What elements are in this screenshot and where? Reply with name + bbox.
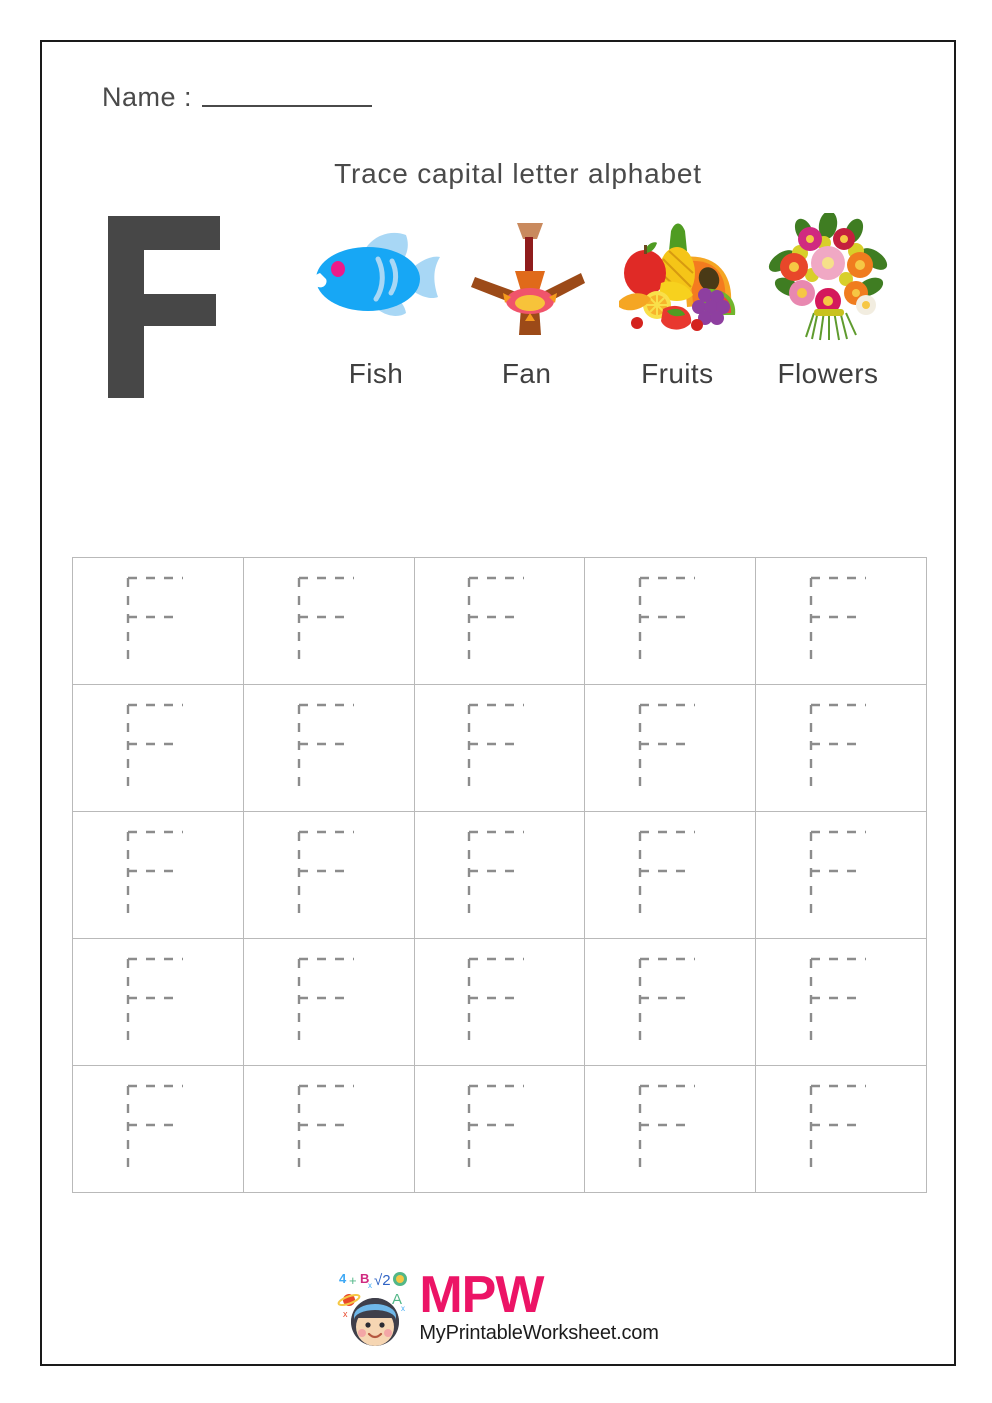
footer-branding: 4 + B x √2 A x x MPW MyPrintableWorkshee…: [42, 1267, 954, 1347]
picture-item-fish: Fish: [302, 212, 450, 388]
svg-text:x: x: [343, 1309, 348, 1319]
ceiling-fan-illustration-icon: [457, 212, 597, 342]
flower-bouquet-illustration-icon: [758, 212, 898, 342]
dashed-letter-f: [292, 575, 366, 667]
dashed-letter-f: [121, 702, 195, 794]
dashed-letter-f: [633, 829, 707, 921]
svg-text:+: +: [349, 1273, 357, 1288]
trace-cell[interactable]: [73, 1066, 244, 1193]
large-letter-f: [100, 212, 230, 402]
dashed-letter-f: [804, 956, 878, 1048]
dashed-letter-f: [804, 575, 878, 667]
svg-text:√2: √2: [374, 1272, 391, 1289]
dashed-letter-f: [121, 575, 195, 667]
dashed-letter-f: [633, 956, 707, 1048]
trace-cell[interactable]: [756, 685, 927, 812]
dashed-letter-f: [121, 1083, 195, 1175]
name-label: Name :: [102, 82, 193, 112]
dashed-letter-f: [462, 1083, 536, 1175]
mpw-site-url: MyPrintableWorksheet.com: [419, 1322, 659, 1345]
dashed-letter-f: [804, 1083, 878, 1175]
trace-cell[interactable]: [585, 939, 757, 1066]
picture-label-fruits: Fruits: [641, 358, 714, 389]
dashed-letter-f: [121, 956, 195, 1048]
dashed-letter-f: [462, 829, 536, 921]
svg-text:4: 4: [339, 1271, 347, 1286]
name-write-blank[interactable]: [202, 105, 373, 107]
trace-cell[interactable]: [414, 939, 586, 1066]
worksheet-page: Name : Trace capital letter alphabet Fis…: [40, 40, 956, 1366]
dashed-letter-f: [121, 829, 195, 921]
trace-cell[interactable]: [414, 558, 586, 685]
dashed-letter-f: [633, 575, 707, 667]
dashed-letter-f: [804, 829, 878, 921]
page-title: Trace capital letter alphabet: [334, 158, 702, 189]
trace-cell[interactable]: [414, 1066, 586, 1193]
trace-practice-grid: [72, 557, 927, 1193]
picture-item-fruits: Fruits: [603, 212, 751, 388]
dashed-letter-f: [804, 702, 878, 794]
picture-item-fan: Fan: [453, 212, 601, 388]
trace-cell[interactable]: [243, 685, 415, 812]
trace-cell[interactable]: [243, 1066, 415, 1193]
dashed-letter-f: [292, 956, 366, 1048]
trace-cell[interactable]: [585, 812, 757, 939]
trace-cell[interactable]: [73, 685, 244, 812]
trace-cell[interactable]: [585, 685, 757, 812]
picture-label-fish: Fish: [348, 358, 404, 389]
trace-cell[interactable]: [73, 939, 244, 1066]
dashed-letter-f: [292, 1083, 366, 1175]
dashed-letter-f: [462, 956, 536, 1048]
mpw-brand-text: MPW: [419, 1266, 544, 1324]
picture-item-flowers: Flowers: [754, 212, 902, 388]
fish-illustration-icon: [306, 212, 446, 342]
trace-cell[interactable]: [756, 1066, 927, 1193]
trace-cell[interactable]: [756, 558, 927, 685]
dashed-letter-f: [292, 829, 366, 921]
dashed-letter-f: [462, 575, 536, 667]
dashed-letter-f: [633, 702, 707, 794]
trace-cell[interactable]: [756, 939, 927, 1066]
trace-cell[interactable]: [243, 558, 415, 685]
trace-cell[interactable]: [585, 558, 757, 685]
name-field-row: Name :: [102, 82, 373, 112]
svg-text:x: x: [368, 1281, 372, 1290]
mpw-mascot-icon: 4 + B x √2 A x x: [337, 1267, 415, 1347]
hero-section: Fish Fan Fruits Flowers: [42, 212, 954, 442]
picture-label-flowers: Flowers: [777, 358, 879, 389]
dashed-letter-f: [462, 702, 536, 794]
trace-cell[interactable]: [414, 685, 586, 812]
trace-cell[interactable]: [243, 812, 415, 939]
picture-word-strip: Fish Fan Fruits Flowers: [302, 212, 902, 388]
trace-cell[interactable]: [585, 1066, 757, 1193]
trace-cell[interactable]: [243, 939, 415, 1066]
picture-label-fan: Fan: [501, 358, 552, 389]
fruits-illustration-icon: [607, 212, 747, 342]
trace-cell[interactable]: [414, 812, 586, 939]
svg-text:x: x: [401, 1304, 405, 1313]
trace-cell[interactable]: [73, 812, 244, 939]
dashed-letter-f: [292, 702, 366, 794]
trace-cell[interactable]: [756, 812, 927, 939]
trace-cell[interactable]: [73, 558, 244, 685]
dashed-letter-f: [633, 1083, 707, 1175]
